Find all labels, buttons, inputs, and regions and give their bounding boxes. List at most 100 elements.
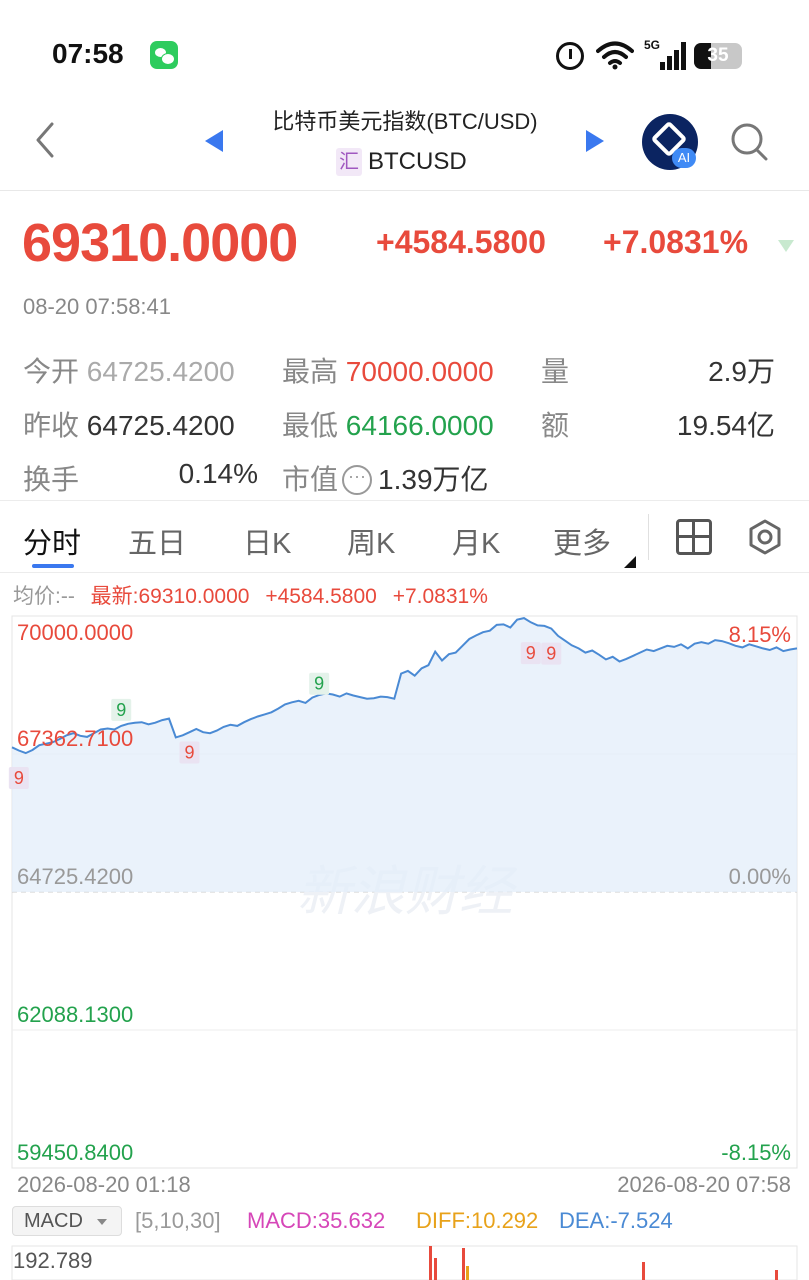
stat-volume-value: 2.9万 [708, 356, 775, 387]
stat-mktcap: 市值 ··· 1.39万亿 [282, 458, 489, 498]
price-change-percent: +7.0831% [603, 224, 749, 260]
battery-icon: 35 [694, 43, 742, 69]
stat-open: 今开 64725.4200 [23, 350, 235, 390]
signal-marker: 9 [116, 700, 126, 720]
tab-more[interactable]: 更多 [553, 520, 611, 562]
stat-volume: 2.9万 [600, 350, 775, 390]
stat-mktcap-value: 1.39万亿 [378, 464, 489, 495]
last-price: 69310.0000 [22, 213, 298, 273]
x-label-start: 2026-08-20 01:18 [17, 1172, 191, 1197]
legend-change-percent: +7.0831% [392, 585, 488, 608]
status-bar: 07:58 5G 35 [0, 0, 809, 100]
battery-level: 35 [707, 45, 729, 66]
layout-grid-icon[interactable] [676, 519, 712, 555]
signal-marker: 9 [14, 768, 24, 788]
tab-intraday[interactable]: 分时 [23, 520, 81, 562]
macd-scale-top: 192.789 [13, 1248, 93, 1273]
intraday-chart[interactable]: 新浪财经999999 [0, 612, 809, 1172]
legend-average: 均价:-- [13, 585, 75, 608]
macd-bar [429, 1246, 432, 1280]
tab-weekly-k[interactable]: 周K [347, 520, 395, 562]
stat-amount-label: 额 [541, 410, 570, 441]
back-arrow-icon[interactable] [30, 120, 60, 160]
stat-high-label: 最高 [282, 356, 339, 387]
collapse-arrow-icon[interactable] [778, 240, 794, 252]
ai-assistant-icon[interactable]: AI [642, 114, 698, 170]
ai-badge: AI [672, 148, 696, 168]
stat-open-label: 今开 [23, 356, 80, 387]
chart-legend: 均价:-- 最新:69310.0000 +4584.5800 +7.0831% [13, 580, 498, 610]
y-label-min: 59450.8400 [17, 1140, 134, 1165]
instrument-symbol-row: 汇 BTCUSD [336, 148, 467, 180]
wechat-icon [150, 41, 178, 69]
quote-timestamp: 08-20 07:58:41 [23, 294, 172, 319]
price-change: +4584.5800 [376, 224, 546, 260]
macd-bar [434, 1258, 437, 1280]
tab-monthly-k[interactable]: 月K [452, 520, 500, 562]
next-symbol-icon[interactable] [586, 130, 604, 152]
y-label-max: 70000.0000 [17, 620, 134, 645]
macd-value: MACD:35.632 [247, 1208, 386, 1233]
stat-amount-label-wrap: 额 [541, 404, 569, 444]
signal-marker: 9 [314, 674, 324, 694]
forex-badge-icon: 汇 [336, 148, 362, 176]
alarm-icon [556, 42, 584, 70]
macd-bar [462, 1248, 465, 1280]
stat-volume-label: 量 [541, 356, 570, 387]
stat-prev-close: 昨收 64725.4200 [23, 404, 235, 444]
stat-low-label: 最低 [282, 410, 339, 441]
search-icon[interactable] [730, 122, 770, 162]
legend-change: +4584.5800 [265, 585, 377, 608]
instrument-title: 比特币美元指数(BTC/USD) [272, 109, 538, 134]
tabs-bottom-divider [0, 572, 809, 573]
signal-marker: 9 [526, 643, 536, 663]
more-dropdown-icon [624, 556, 636, 568]
stat-low-value: 64166.0000 [345, 410, 494, 441]
stat-open-value: 64725.4200 [86, 356, 235, 387]
y-label-base: 64725.4200 [17, 864, 134, 889]
stat-amount-value: 19.54亿 [676, 410, 775, 441]
tab-daily-k[interactable]: 日K [243, 520, 291, 562]
tab-five-day[interactable]: 五日 [128, 520, 186, 562]
macd-params: [5,10,30] [135, 1208, 221, 1233]
price-area [12, 618, 797, 892]
y-right-label-base: 0.00% [728, 864, 791, 889]
y-right-label-max: 8.15% [728, 622, 791, 647]
stat-turnover-value: 0.14% [178, 458, 258, 489]
cellular-signal-icon: 5G [644, 38, 686, 70]
info-more-icon[interactable]: ··· [342, 464, 373, 495]
stat-turnover-label-wrap: 换手 [23, 458, 79, 498]
y-label-upper: 67362.7100 [17, 726, 134, 751]
signal-marker: 9 [184, 743, 194, 763]
stat-prev-close-label: 昨收 [23, 410, 80, 441]
y-right-label-min: -8.15% [721, 1140, 791, 1165]
macd-bar [466, 1266, 469, 1280]
active-tab-indicator [32, 564, 74, 568]
previous-symbol-icon[interactable] [205, 130, 223, 152]
stat-turnover: 0.14% [100, 458, 258, 490]
status-time: 07:58 [52, 38, 124, 69]
macd-chart [11, 1245, 798, 1280]
stat-amount: 19.54亿 [600, 404, 775, 444]
y-label-lower: 62088.1300 [17, 1002, 134, 1027]
settings-hexagon-icon[interactable] [746, 518, 784, 556]
header-divider [0, 190, 809, 191]
macd-bar [775, 1270, 778, 1280]
network-type: 5G [644, 38, 661, 52]
indicator-selector[interactable]: MACD [12, 1206, 122, 1236]
stat-prev-close-value: 64725.4200 [86, 410, 235, 441]
stat-high-value: 70000.0000 [345, 356, 494, 387]
diff-value: DIFF:10.292 [416, 1208, 539, 1233]
instrument-symbol: BTCUSD [368, 148, 467, 175]
wifi-icon [596, 41, 634, 70]
legend-latest: 最新:69310.0000 [90, 585, 250, 608]
dea-value: DEA:-7.524 [559, 1208, 673, 1233]
tab-separator [648, 514, 649, 560]
stat-mktcap-label: 市值 [282, 464, 339, 495]
stat-volume-label-wrap: 量 [541, 350, 569, 390]
x-label-end: 2026-08-20 07:58 [617, 1172, 791, 1197]
stat-high: 最高 70000.0000 [282, 350, 494, 390]
tabs-divider [0, 500, 809, 501]
signal-marker: 9 [546, 644, 556, 664]
stat-low: 最低 64166.0000 [282, 404, 494, 444]
